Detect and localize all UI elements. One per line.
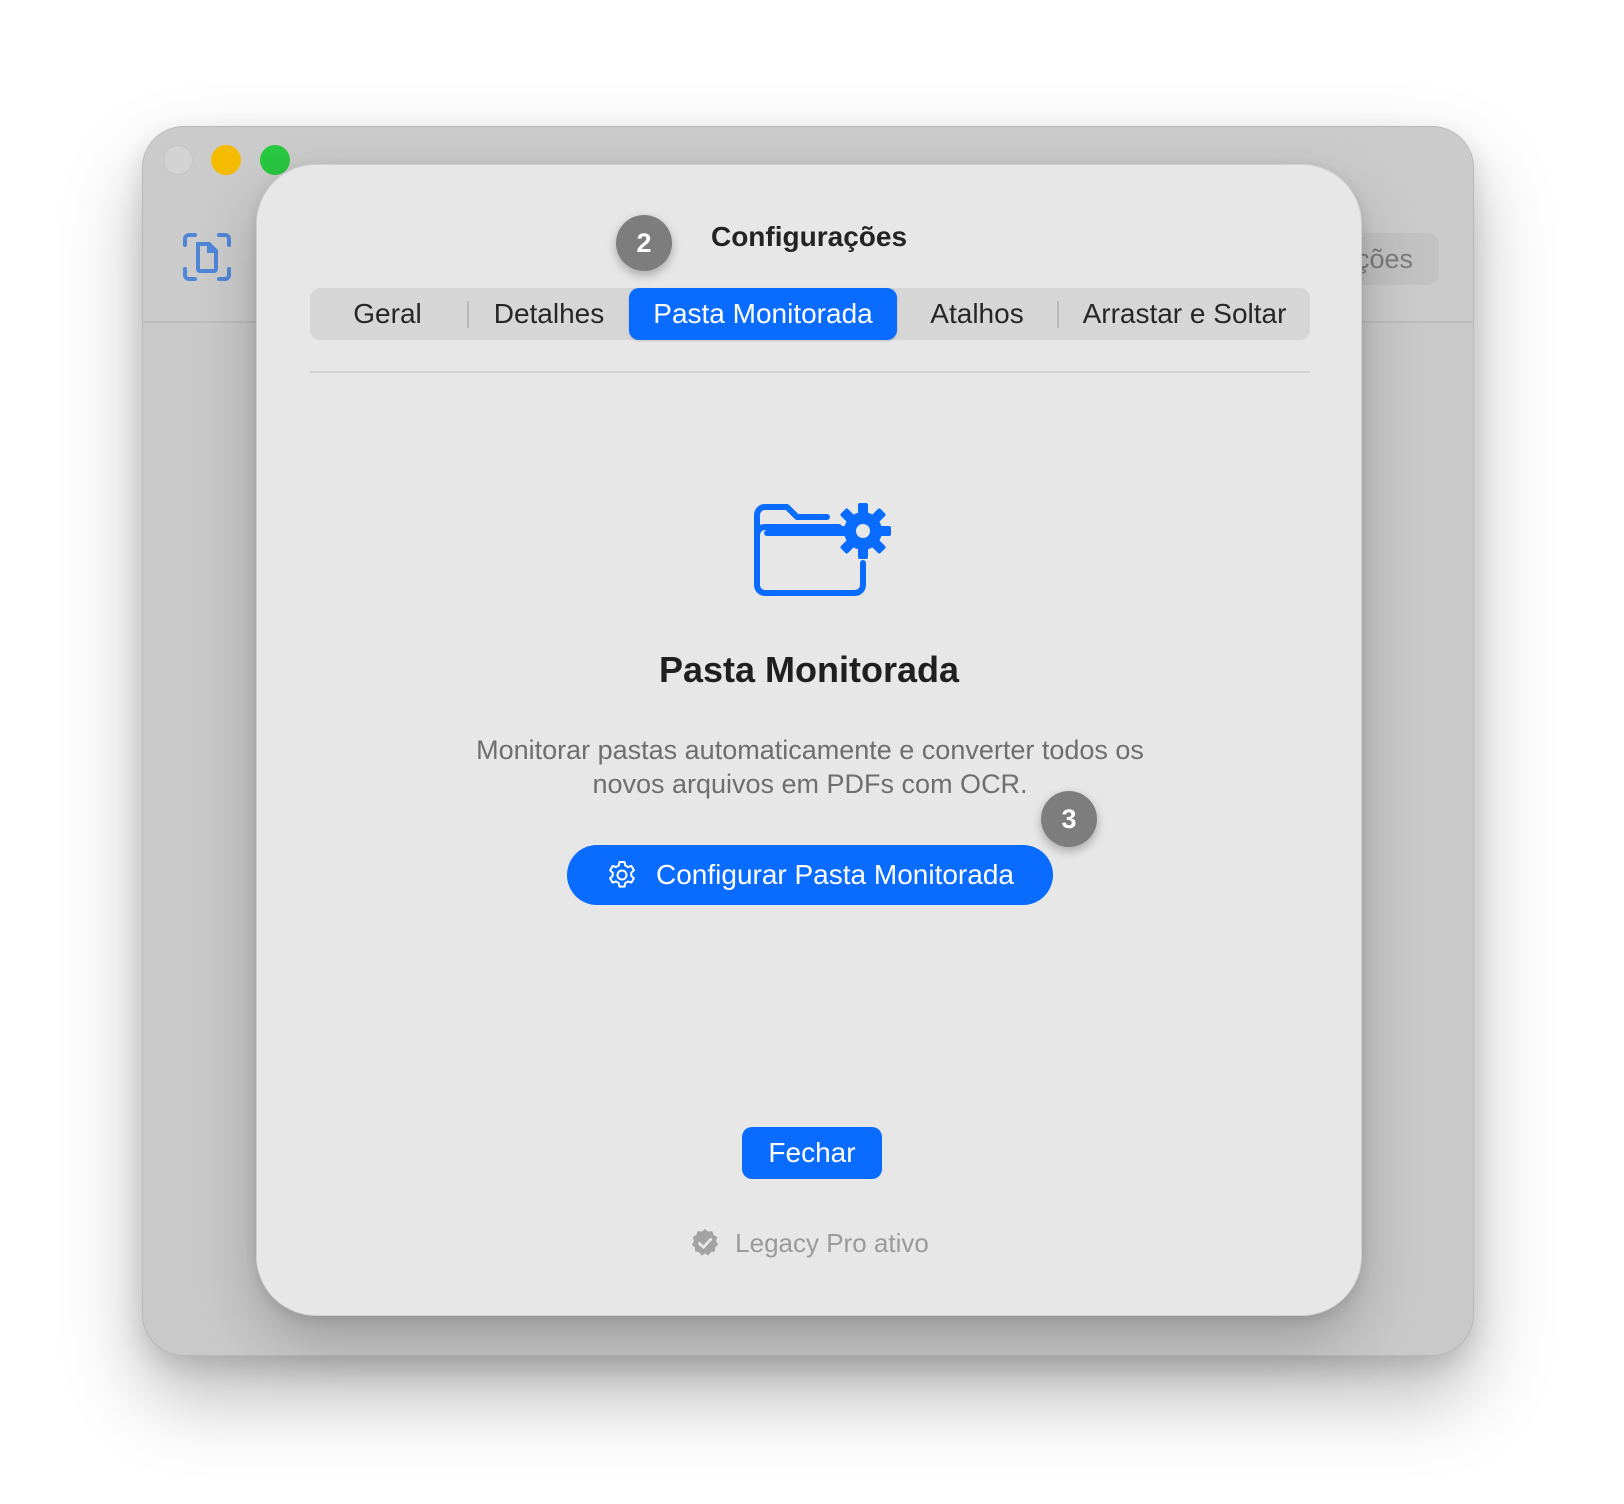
checkmark-seal-icon [692, 1229, 719, 1256]
description-line-1: Monitorar pastas automaticamente e conve… [476, 735, 1144, 765]
toolbar-settings-label: ções [1355, 244, 1413, 274]
tab-atalhos[interactable]: Atalhos [897, 288, 1057, 340]
tab-detalhes[interactable]: Detalhes [469, 288, 629, 340]
tab-divider [310, 371, 1310, 373]
window-minimize-button[interactable] [211, 145, 241, 175]
window-close-button[interactable] [163, 145, 193, 175]
window-zoom-button[interactable] [260, 145, 290, 175]
step-badge-2: 2 [616, 215, 672, 271]
section-description: Monitorar pastas automaticamente e conve… [407, 733, 1213, 801]
section-title: Pasta Monitorada [658, 649, 960, 690]
close-button[interactable]: Fechar [742, 1127, 882, 1179]
step-badge-3: 3 [1041, 791, 1097, 847]
folder-gear-icon [754, 503, 891, 596]
tab-arrastar-e-soltar[interactable]: Arrastar e Soltar [1059, 288, 1310, 340]
tab-pasta-monitorada[interactable]: Pasta Monitorada [629, 288, 897, 340]
settings-tab-bar: Geral Detalhes Pasta Monitorada Atalhos … [310, 288, 1310, 340]
license-status: Legacy Pro ativo [257, 1227, 1361, 1259]
sheet-title: Configurações [710, 221, 908, 252]
description-line-2: novos arquivos em PDFs com OCR. [592, 769, 1028, 799]
document-scan-icon[interactable] [181, 231, 233, 283]
license-status-text: Legacy Pro ativo [735, 1227, 929, 1258]
configure-watched-folder-button[interactable]: Configurar Pasta Monitorada [567, 845, 1053, 905]
settings-sheet: Configurações Geral Detalhes Pasta Monit… [256, 164, 1362, 1316]
configure-button-label: Configurar Pasta Monitorada [656, 859, 1014, 890]
gear-icon [609, 861, 635, 888]
tab-geral[interactable]: Geral [310, 288, 465, 340]
